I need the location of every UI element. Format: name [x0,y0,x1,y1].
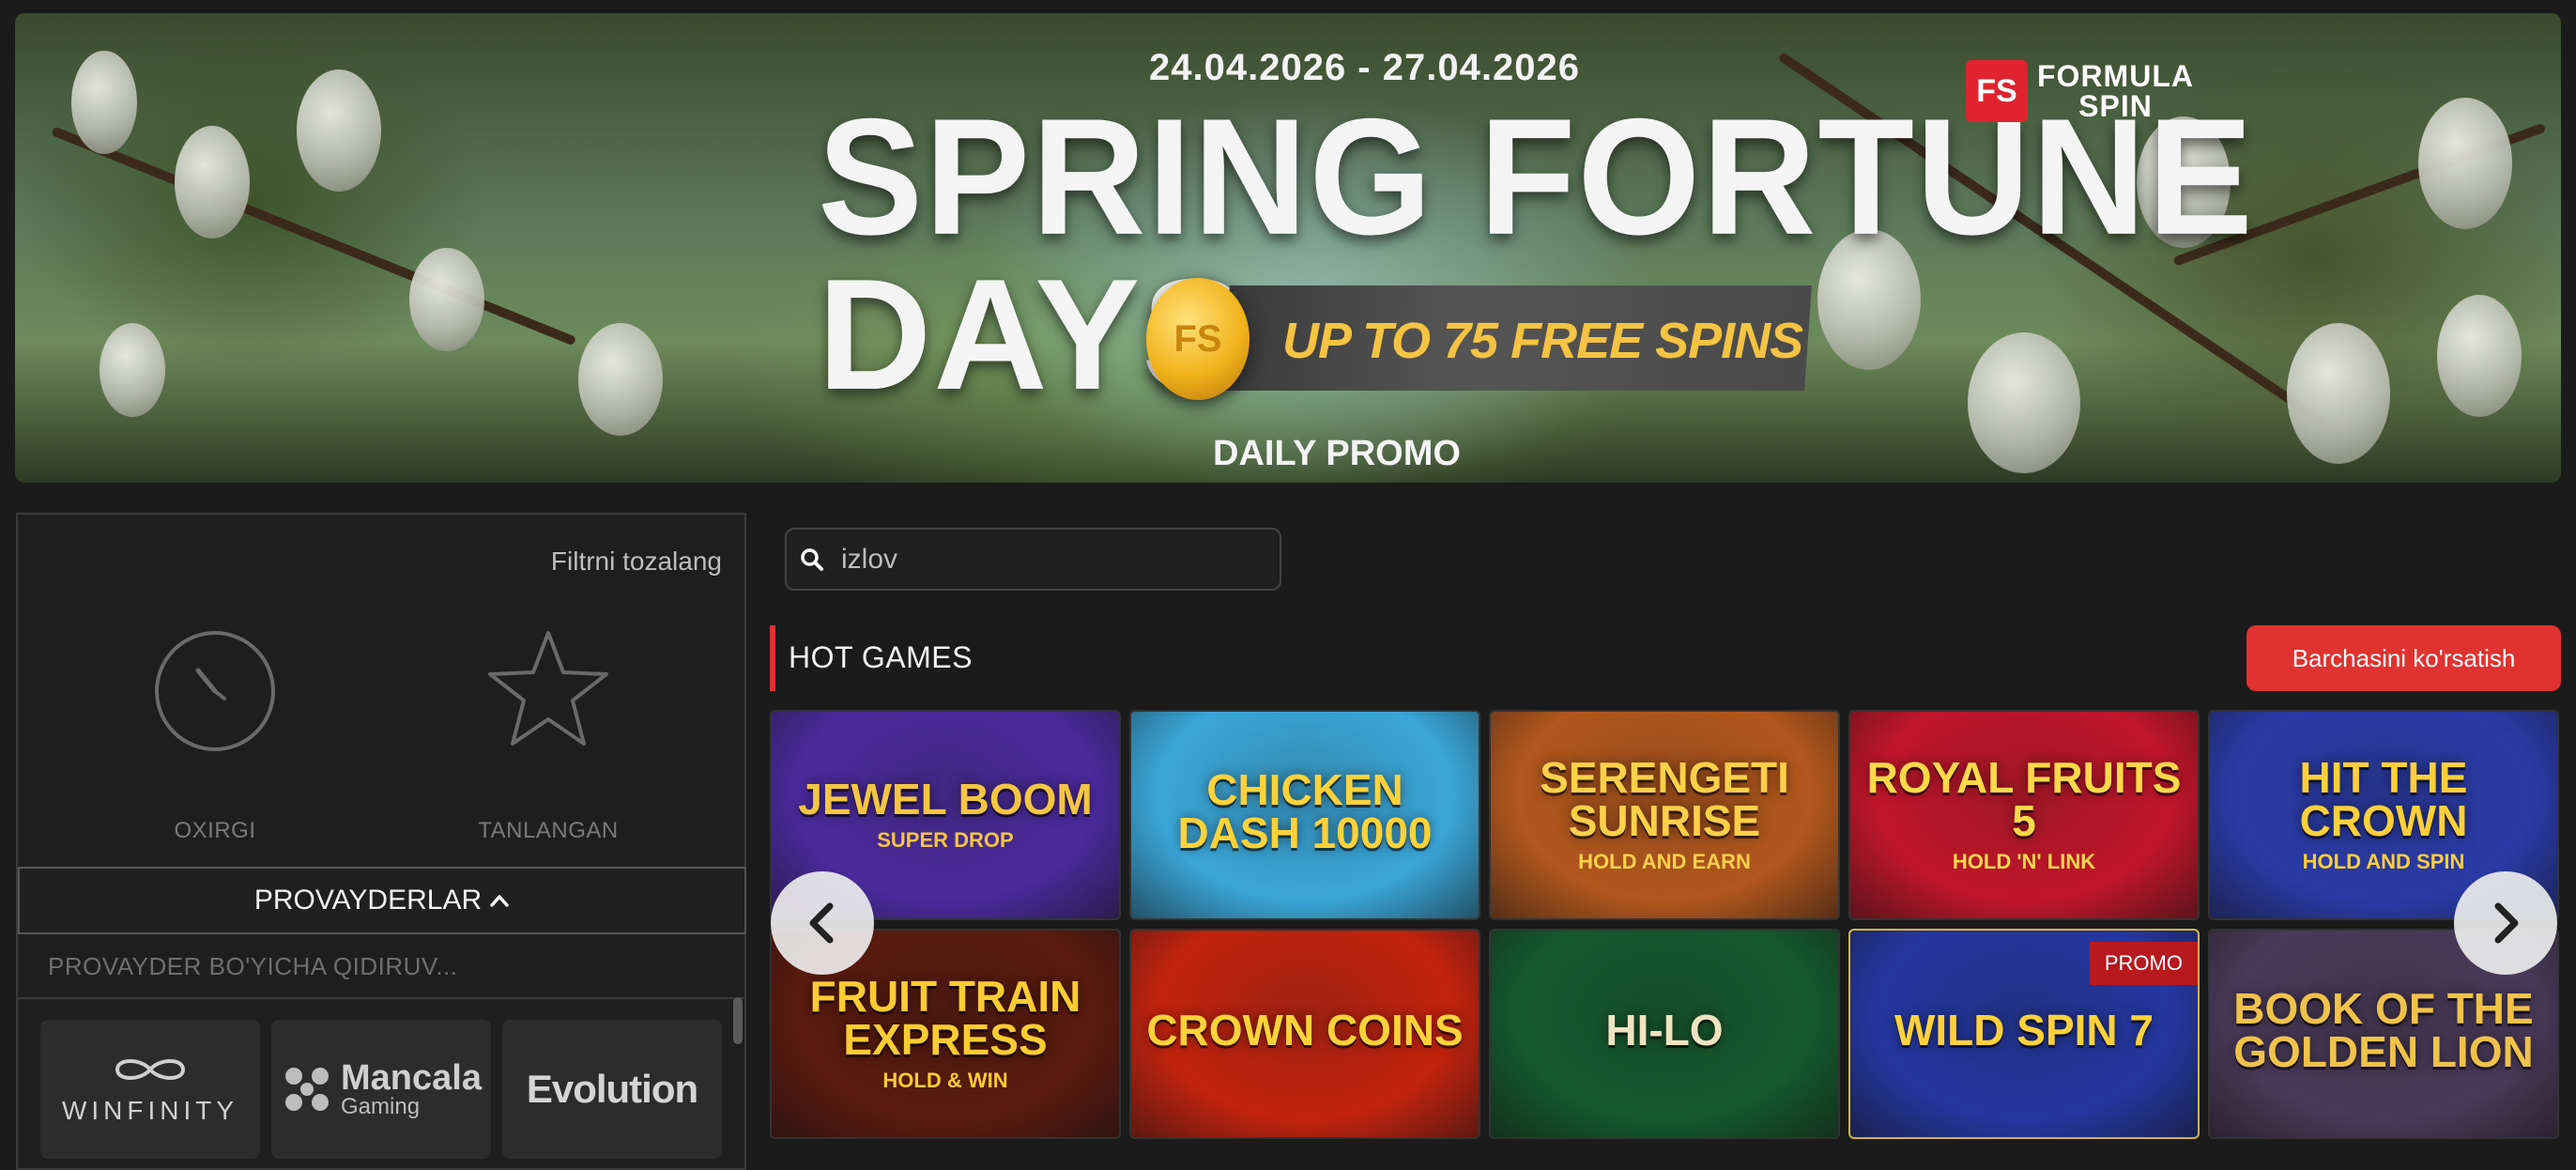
game-subtitle: HOLD 'N' LINK [1952,850,2096,873]
clock-icon [155,631,275,751]
bud-decoration [409,248,484,351]
search-icon [801,547,823,571]
promo-date-range: 24.04.2026 - 27.04.2026 [1149,47,1580,88]
brand-logo-text: FORMULA SPIN [2037,61,2194,121]
promo-banner[interactable]: 24.04.2026 - 27.04.2026 SPRING FORTUNE D… [15,13,2561,483]
provider-winfinity[interactable]: WINFINITY [40,1020,260,1159]
game-title: FRUIT TRAIN EXPRESS [809,972,1081,1064]
favorites-label: TANLANGAN [478,818,619,843]
section-accent [770,625,775,691]
provider-name: Evolution [526,1067,698,1111]
provider-scrollbar[interactable] [733,997,743,1044]
game-title: CHICKEN DASH 10000 [1177,765,1433,857]
chevron-up-icon [490,895,509,907]
promo-badge: PROMO [2089,942,2198,985]
provider-name: WINFINITY [61,1095,239,1125]
game-subtitle: SUPER DROP [877,828,1014,852]
bud-decoration [2418,98,2512,229]
provider-sub: Gaming [341,1094,421,1119]
carousel-prev-button[interactable] [771,871,874,975]
recent-label: OXIRGI [174,818,256,843]
section-title: HOT GAMES [789,640,973,674]
search-input[interactable] [841,543,1254,576]
game-subtitle: HOLD & WIN [882,1069,1008,1092]
recent-games-filter[interactable]: OXIRGI [121,625,309,844]
clear-filter-link[interactable]: Filtrni tozalang [551,547,722,577]
promo-subtitle: DAILY PROMO [1213,434,1461,473]
game-tile[interactable]: HI-LO [1489,929,1840,1139]
brand-logo-line2: SPIN [2078,89,2153,123]
bud-decoration [175,126,250,239]
mancala-logo-icon [285,1068,330,1111]
bud-decoration [2287,323,2390,464]
game-tile[interactable]: WILD SPIN 7 PROMO [1848,929,2200,1139]
provider-mancala[interactable]: Mancala Gaming [271,1020,491,1159]
coin-icon: FS [1146,278,1250,400]
brand-logo-mark: FS [1966,60,2028,122]
chevron-left-icon [809,902,834,944]
promo-offer: UP TO 75 FREE SPINS [1282,313,1803,369]
game-title: CROWN COINS [1146,1006,1464,1055]
bud-decoration [100,323,165,417]
bud-decoration [578,323,663,436]
game-tile[interactable]: CHICKEN DASH 10000 [1129,710,1480,920]
bud-decoration [297,69,381,192]
carousel-next-button[interactable] [2454,871,2557,975]
providers-label: PROVAYDERLAR [253,885,483,916]
game-title: HIT THE CROWN [2299,753,2468,845]
game-title: JEWEL BOOM [798,775,1093,824]
bud-decoration [71,51,137,154]
providers-toggle[interactable]: PROVAYDERLAR [18,867,746,934]
provider-evolution[interactable]: Evolution [502,1020,722,1159]
chevron-right-icon [2494,902,2519,944]
game-subtitle: HOLD AND EARN [1578,850,1751,873]
filter-panel: Filtrni tozalang OXIRGI TANLANGAN PROVAY… [16,513,746,1170]
game-search[interactable] [785,528,1281,591]
game-title: SERENGETI SUNRISE [1540,753,1789,845]
bud-decoration [1968,332,2080,473]
game-tile[interactable]: CROWN COINS [1129,929,1480,1139]
game-title: WILD SPIN 7 [1894,1006,2154,1055]
favorites-filter[interactable]: TANLANGAN [454,625,642,844]
star-icon [488,631,608,746]
game-tile[interactable]: ROYAL FRUITS 5 HOLD 'N' LINK [1848,710,2200,920]
brand-logo-line1: FORMULA [2037,59,2194,93]
see-all-button[interactable]: Barchasini ko'rsatish [2246,625,2561,691]
game-tile[interactable]: SERENGETI SUNRISE HOLD AND EARN [1489,710,1840,920]
winfinity-logo-icon [115,1058,186,1080]
provider-search-input[interactable]: PROVAYDER BO'YICHA QIDIRUV... [18,935,746,999]
game-title: BOOK OF THE GOLDEN LION [2233,984,2534,1076]
bud-decoration [2437,295,2522,417]
game-title: HI-LO [1605,1006,1724,1055]
provider-name: Mancala [341,1058,482,1098]
brand-logo: FS FORMULA SPIN [1966,60,2194,122]
game-title: ROYAL FRUITS 5 [1866,753,2182,845]
provider-list: WINFINITY Mancala Gaming Evolution [40,1020,722,1159]
